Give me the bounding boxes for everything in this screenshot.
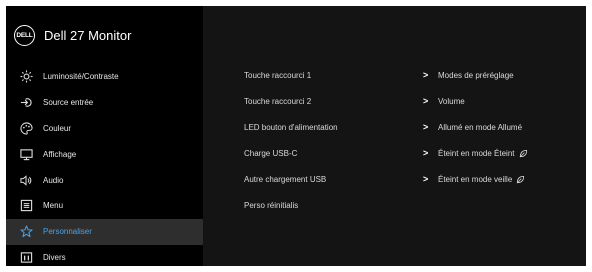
setting-value: Éteint en mode veille — [438, 175, 525, 184]
speaker-icon — [20, 174, 33, 187]
setting-shortcut-key-1[interactable]: Touche raccourci 1 > Modes de préréglage — [244, 62, 586, 88]
setting-usb-c-charging[interactable]: Charge USB-C > Éteint en mode Éteint — [244, 140, 586, 166]
sidebar-item-personalize[interactable]: Personnaliser — [6, 218, 203, 245]
setting-power-button-led[interactable]: LED bouton d'alimentation > Allumé en mo… — [244, 114, 586, 140]
sidebar-item-label: Menu — [43, 201, 64, 211]
sidebar: DELL Dell 27 Monitor Luminosité/Contrast… — [6, 6, 203, 266]
setting-personalize-reset[interactable]: Perso réinitialis — [244, 192, 586, 218]
setting-shortcut-key-2[interactable]: Touche raccourci 2 > Volume — [244, 88, 586, 114]
sidebar-item-label: Luminosité/Contraste — [43, 72, 119, 82]
chevron-right-icon: > — [423, 148, 429, 158]
setting-value: Éteint en mode Éteint — [438, 149, 528, 158]
setting-value: Allumé en mode Allumé — [438, 122, 523, 132]
content-panel: Touche raccourci 1 > Modes de préréglage… — [203, 6, 586, 266]
setting-label: Charge USB-C — [244, 148, 298, 158]
menu-icon — [20, 199, 33, 212]
setting-label: Perso réinitialis — [244, 200, 299, 210]
monitor-title: Dell 27 Monitor — [44, 28, 132, 43]
setting-label: Autre chargement USB — [244, 174, 327, 184]
sidebar-item-audio[interactable]: Audio — [6, 167, 203, 193]
sidebar-item-label: Audio — [43, 175, 64, 185]
sidebar-item-display[interactable]: Affichage — [6, 141, 203, 167]
brand-header: DELL Dell 27 Monitor — [14, 25, 131, 46]
info-icon — [20, 251, 33, 264]
chevron-right-icon: > — [423, 174, 429, 184]
brightness-icon — [20, 70, 33, 83]
sidebar-item-label: Affichage — [43, 149, 77, 159]
setting-other-usb-charging[interactable]: Autre chargement USB > Éteint en mode ve… — [244, 166, 586, 192]
eco-leaf-icon — [516, 175, 525, 183]
setting-label: Touche raccourci 1 — [244, 70, 312, 80]
chevron-right-icon: > — [423, 70, 429, 80]
setting-label: LED bouton d'alimentation — [244, 122, 338, 132]
eco-leaf-icon — [519, 149, 527, 157]
sidebar-item-label: Source entrée — [43, 98, 94, 108]
display-icon — [20, 148, 33, 161]
sidebar-item-input-source[interactable]: Source entrée — [6, 90, 203, 116]
main-menu: Luminosité/Contraste Source entrée Coule… — [6, 64, 203, 270]
color-palette-icon — [20, 122, 33, 135]
sidebar-item-label: Divers — [43, 252, 66, 262]
chevron-right-icon: > — [423, 122, 429, 132]
setting-label: Touche raccourci 2 — [244, 96, 312, 106]
sidebar-item-others[interactable]: Divers — [6, 245, 203, 271]
setting-value: Volume — [438, 96, 465, 106]
sidebar-item-brightness-contrast[interactable]: Luminosité/Contraste — [6, 64, 203, 90]
sidebar-item-label: Personnaliser — [43, 227, 92, 237]
sidebar-item-color[interactable]: Couleur — [6, 116, 203, 142]
sidebar-item-menu[interactable]: Menu — [6, 193, 203, 219]
monitor-osd: DELL Dell 27 Monitor Luminosité/Contrast… — [6, 6, 586, 266]
settings-list: Touche raccourci 1 > Modes de préréglage… — [244, 62, 586, 218]
star-icon — [20, 225, 33, 238]
chevron-right-icon: > — [423, 96, 429, 106]
dell-logo: DELL — [14, 25, 35, 46]
input-source-icon — [20, 96, 33, 109]
sidebar-item-label: Couleur — [43, 123, 72, 133]
setting-value: Modes de préréglage — [438, 70, 514, 80]
